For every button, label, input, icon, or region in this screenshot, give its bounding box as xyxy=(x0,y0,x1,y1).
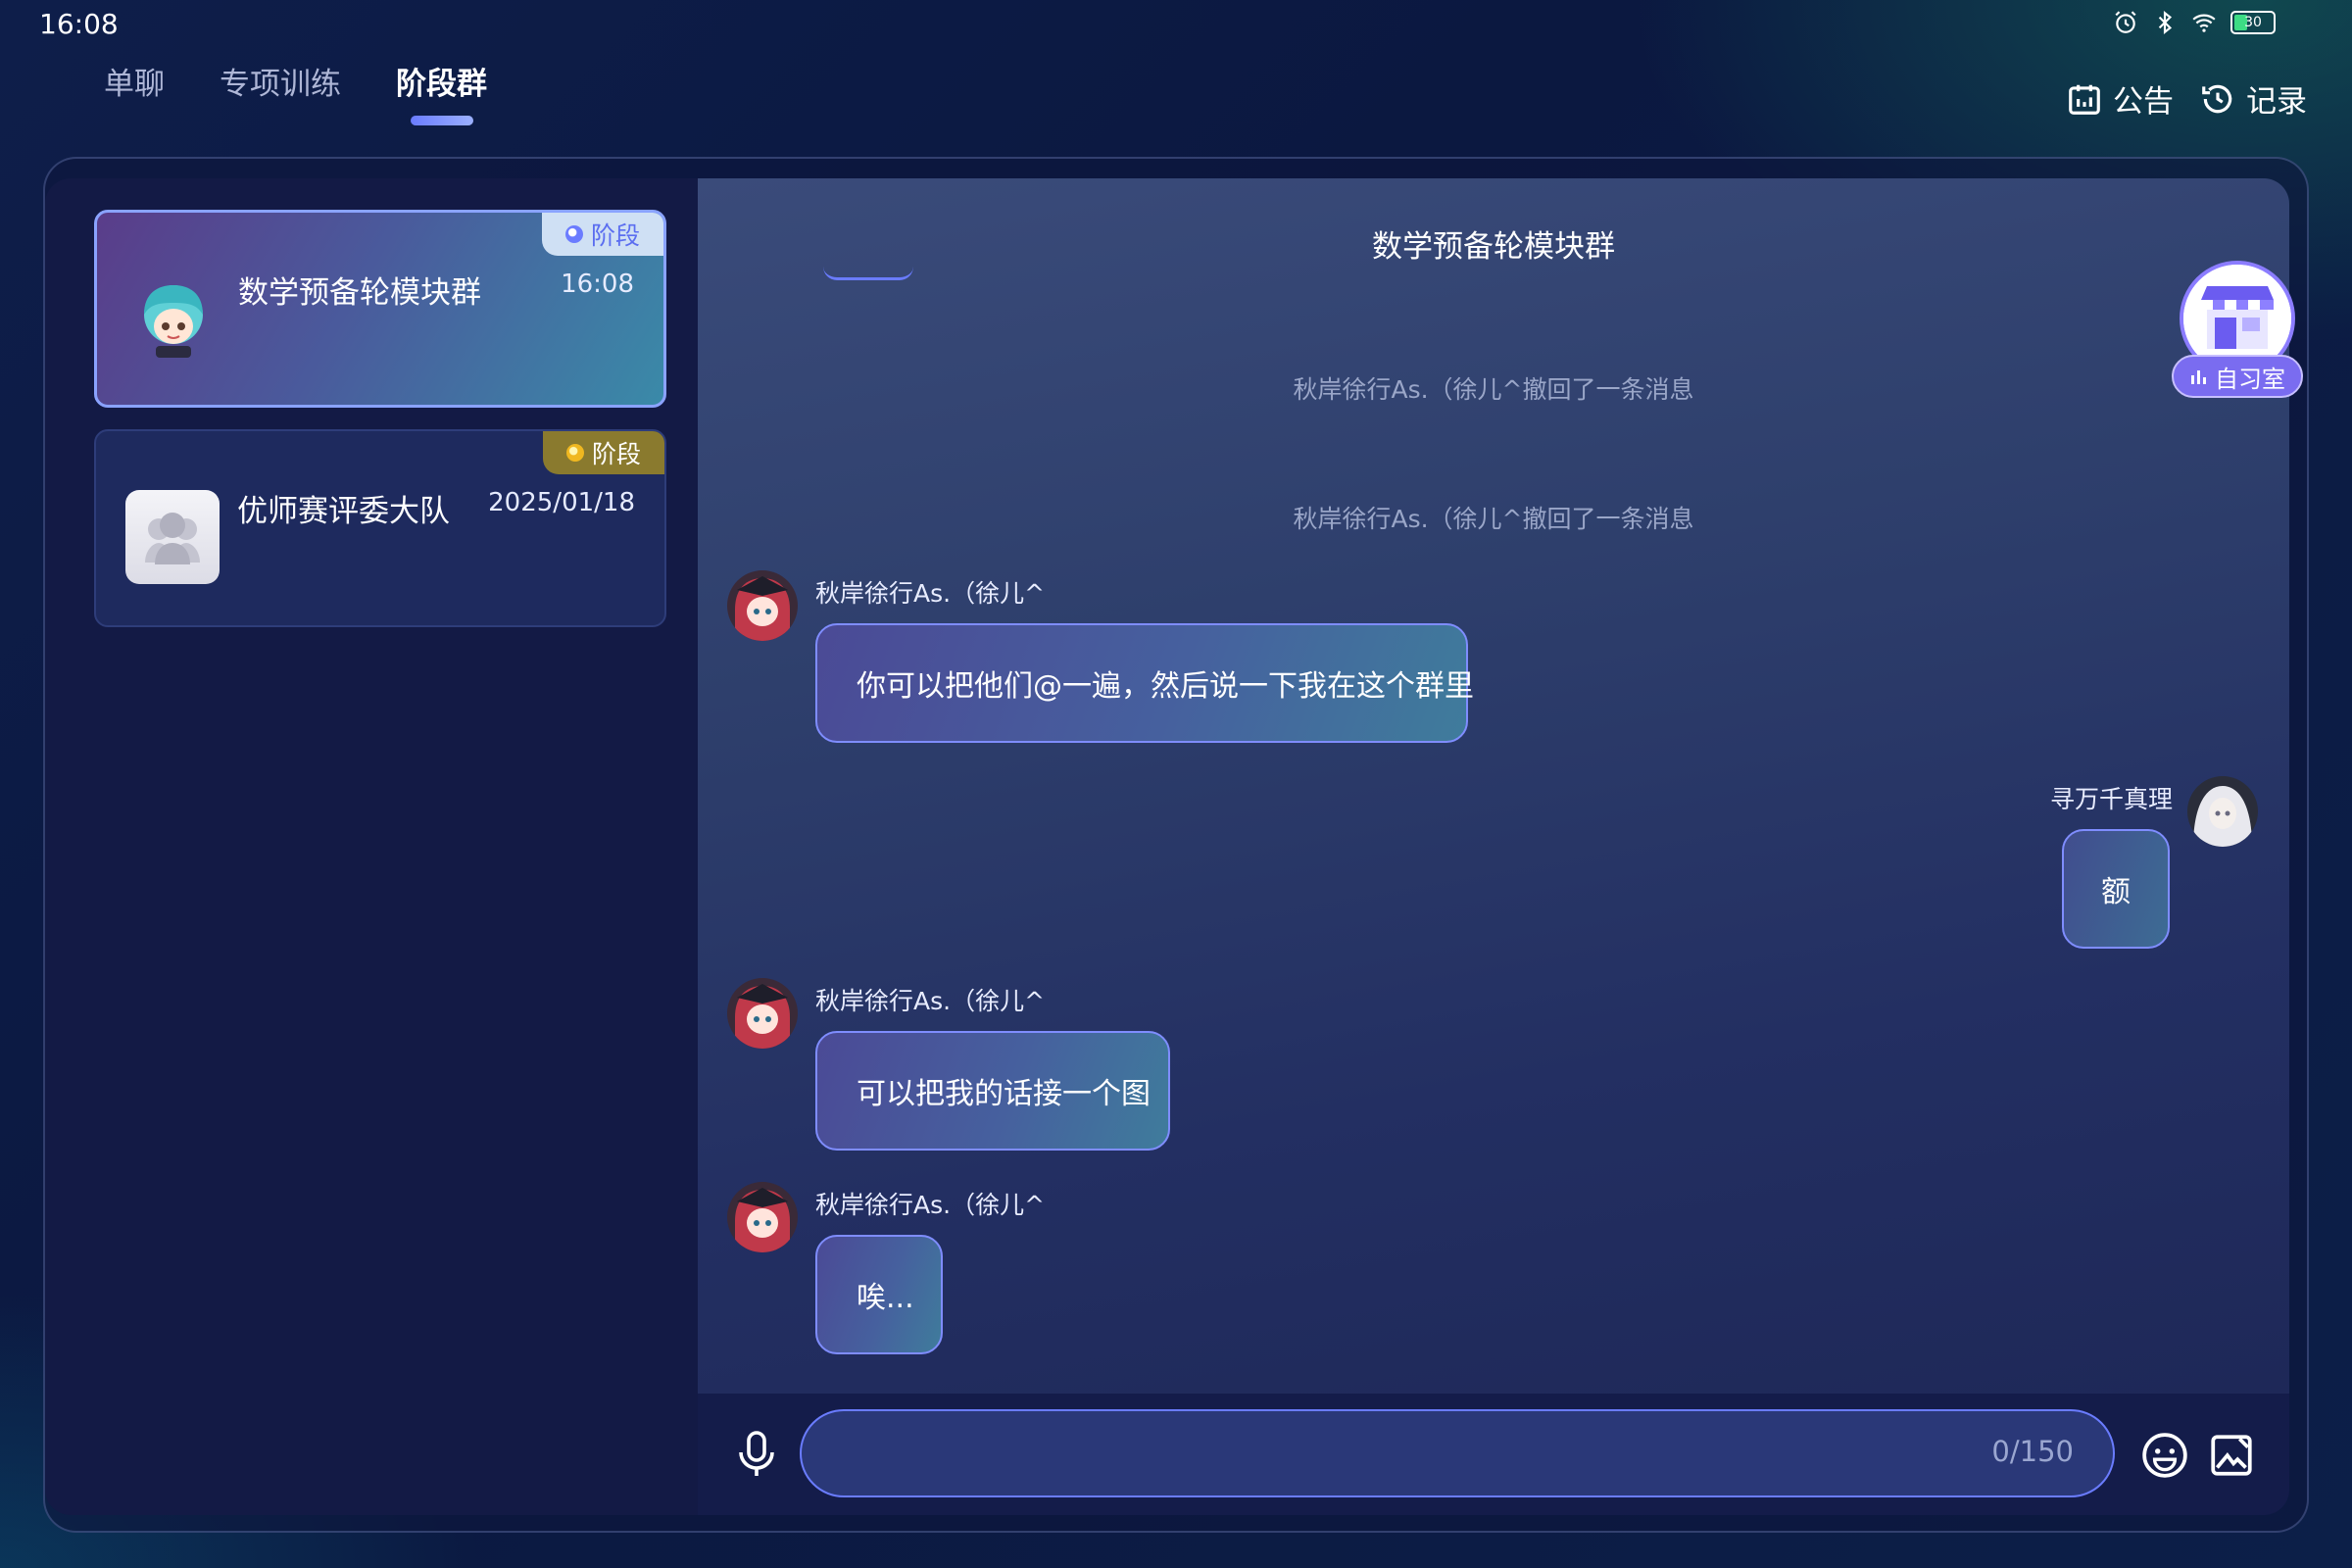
image-button[interactable] xyxy=(2207,1431,2256,1480)
stage-dot-icon xyxy=(565,444,584,462)
character-counter: 0/150 xyxy=(1991,1435,2074,1468)
message-bubble[interactable]: 额 xyxy=(2062,829,2170,949)
announcement-button[interactable]: 公告 xyxy=(2066,76,2174,121)
message-bubble[interactable]: 唉... xyxy=(815,1235,943,1354)
chat-title: 数学预备轮模块群 xyxy=(1372,229,1615,265)
conversation-item-math-group[interactable]: 阶段 数学预备轮模块群 16:08 xyxy=(94,210,666,408)
message-input[interactable]: 0/150 xyxy=(800,1409,2115,1497)
image-icon xyxy=(2211,1435,2252,1476)
sender-name: 秋岸徐行As.（徐儿^ xyxy=(815,987,1046,1015)
tab-special-training[interactable]: 专项训练 xyxy=(220,59,341,103)
alarm-icon xyxy=(2115,11,2136,33)
sender-name: 秋岸徐行As.（徐儿^ xyxy=(815,579,1046,608)
microphone-icon xyxy=(739,1431,774,1476)
bar-chart-icon xyxy=(2191,370,2206,384)
microphone-button[interactable] xyxy=(733,1429,780,1480)
message-bubble[interactable]: 你可以把他们@一遍，然后说一下我在这个群里 xyxy=(815,623,1474,743)
battery-icon: 30 xyxy=(2230,11,2276,34)
active-tab-indicator xyxy=(410,116,473,125)
chat-area[interactable]: 数学预备轮模块群 秋岸徐行As.（徐儿^撤回了一条消息 秋岸徐行As.（徐儿^撤… xyxy=(698,178,2289,1394)
calendar-icon xyxy=(2069,84,2100,115)
sender-avatar[interactable] xyxy=(727,1182,798,1252)
conversation-item-judges-group[interactable]: 阶段 优师赛评委大队 2025/01/18 xyxy=(94,429,666,627)
bluetooth-icon xyxy=(2158,10,2173,35)
conversation-name: 优师赛评委大队 xyxy=(237,494,450,529)
group-avatar xyxy=(126,271,220,366)
top-tabs: 单聊 专项训练 阶段群 xyxy=(104,59,487,125)
system-message: 秋岸徐行As.（徐儿^撤回了一条消息 xyxy=(1293,505,1694,533)
sender-avatar[interactable] xyxy=(727,978,798,1049)
stage-badge: 阶段 xyxy=(542,213,663,256)
input-bar: 0/150 xyxy=(698,1394,2289,1515)
top-actions: 公告 记录 xyxy=(2066,76,2307,121)
stage-badge: 阶段 xyxy=(543,431,664,474)
study-room-button[interactable]: 自习室 xyxy=(2172,261,2303,408)
status-bar: 16:08 30 xyxy=(0,0,2352,49)
self-avatar[interactable] xyxy=(2187,776,2258,847)
conversation-list: 阶段 数学预备轮模块群 16:08 阶段 优师赛评委大队 2025/01/18 xyxy=(45,178,698,1515)
sender-avatar[interactable] xyxy=(727,570,798,641)
study-room-label: 自习室 xyxy=(2172,355,2303,398)
conversation-name: 数学预备轮模块群 xyxy=(238,275,481,311)
tab-stage-group[interactable]: 阶段群 xyxy=(396,59,487,125)
conversation-time: 2025/01/18 xyxy=(488,488,635,517)
tab-private-chat[interactable]: 单聊 xyxy=(104,59,165,103)
status-icons: 30 xyxy=(2113,10,2276,35)
sender-name: 寻万千真理 xyxy=(2050,785,2174,813)
conversation-time: 16:08 xyxy=(561,270,634,299)
group-avatar-placeholder xyxy=(125,490,220,584)
history-button[interactable]: 记录 xyxy=(2199,76,2307,121)
history-icon xyxy=(2202,84,2232,113)
emoji-icon xyxy=(2142,1433,2187,1478)
announcement-label: 公告 xyxy=(2113,84,2174,120)
system-message: 秋岸徐行As.（徐儿^撤回了一条消息 xyxy=(1293,375,1694,404)
stage-dot-icon xyxy=(564,225,583,243)
history-label: 记录 xyxy=(2246,84,2307,120)
sender-name: 秋岸徐行As.（徐儿^ xyxy=(815,1191,1046,1219)
status-time: 16:08 xyxy=(39,8,119,40)
partial-message-bubble xyxy=(823,267,913,280)
emoji-button[interactable] xyxy=(2140,1431,2189,1480)
message-bubble[interactable]: 可以把我的话接一个图 xyxy=(815,1031,1170,1151)
wifi-icon xyxy=(2192,14,2216,32)
